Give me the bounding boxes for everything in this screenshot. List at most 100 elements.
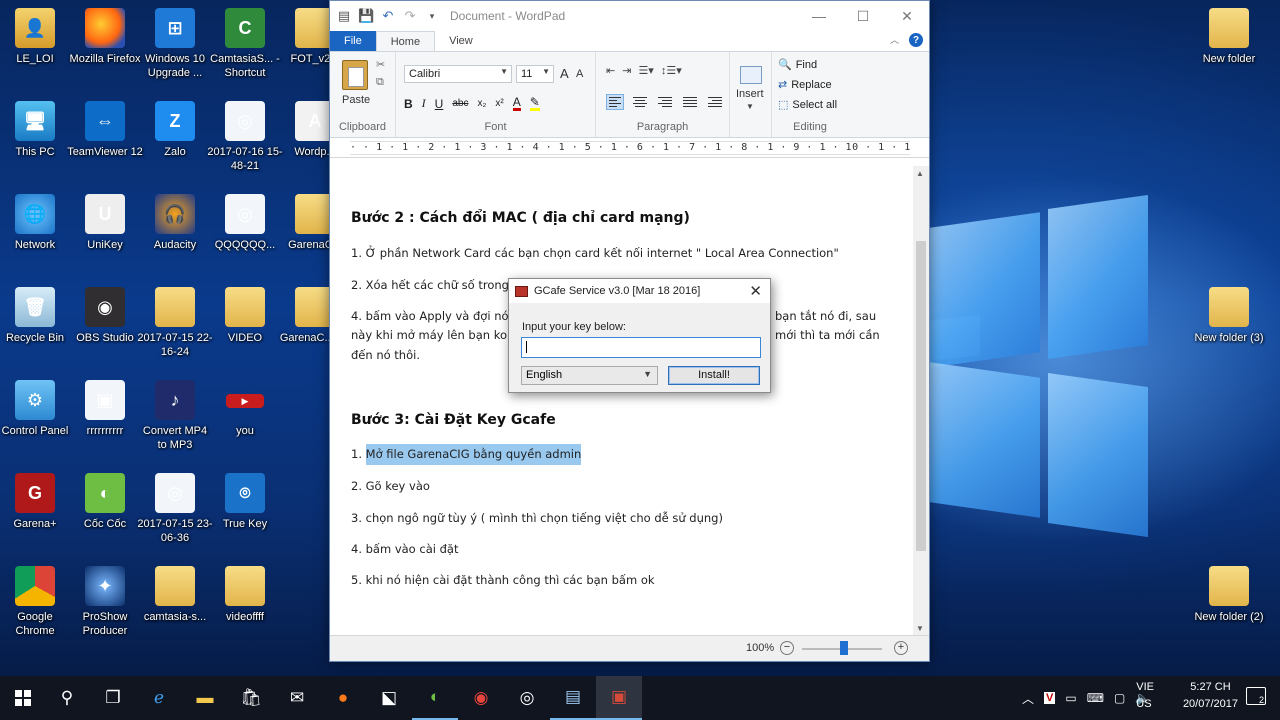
zoom-slider-thumb[interactable]: [840, 641, 848, 655]
taskbar-obs[interactable]: ◎: [504, 676, 550, 720]
key-input[interactable]: [521, 337, 761, 358]
decrease-indent-icon[interactable]: ⇤: [606, 64, 615, 77]
bullets-icon[interactable]: ☰▾: [638, 64, 653, 77]
desktop-icon-proshow[interactable]: ✦ ProShow Producer: [67, 566, 143, 638]
desktop-icon-audacity[interactable]: 🎧 Audacity: [137, 194, 213, 252]
redo-icon[interactable]: ↷: [402, 8, 418, 24]
desktop-icon-you[interactable]: ▶ you: [207, 380, 283, 438]
line-spacing-icon[interactable]: ↕☰▾: [661, 64, 682, 77]
scroll-up-icon[interactable]: ▲: [916, 169, 924, 178]
collapse-ribbon-icon[interactable]: ︿: [890, 33, 899, 47]
show-hidden-icons[interactable]: ︿: [1022, 690, 1034, 707]
clock[interactable]: 5:27 CH 20/07/2017: [1183, 679, 1238, 713]
bold-icon[interactable]: B: [404, 97, 413, 111]
desktop-icon-2017-07-15-22-16-24[interactable]: 2017-07-15 22-16-24: [137, 287, 213, 359]
align-center-icon[interactable]: [631, 94, 649, 110]
start-button[interactable]: [0, 676, 46, 720]
network-tray-icon[interactable]: ⌨: [1087, 691, 1104, 705]
desktop-icon-qqqqqq[interactable]: ◎ QQQQQQ...: [207, 194, 283, 252]
taskbar-coccoc[interactable]: ◐: [412, 676, 458, 720]
grow-font-icon[interactable]: A: [560, 66, 569, 81]
desktop-icon-windows-upgrade[interactable]: ⊞ Windows 10 Upgrade ...: [137, 8, 213, 80]
desktop-icon-new-folder[interactable]: New folder: [1191, 8, 1267, 66]
taskbar-gcafe[interactable]: ▣: [596, 676, 642, 720]
desktop-icon-new-folder-2[interactable]: New folder (2): [1191, 566, 1267, 624]
close-button[interactable]: ✕: [885, 1, 929, 31]
font-size-select[interactable]: 11 ▼: [516, 65, 554, 83]
scroll-down-icon[interactable]: ▼: [916, 624, 924, 633]
tab-home[interactable]: Home: [375, 31, 436, 51]
find-button[interactable]: 🔍 Find: [778, 58, 817, 72]
taskbar-edge[interactable]: ℯ: [136, 676, 182, 720]
desktop-icon-obs-studio[interactable]: ◉ OBS Studio: [67, 287, 143, 345]
input-language[interactable]: VIE US: [1136, 679, 1154, 713]
customize-toolbar-icon[interactable]: ▾: [424, 11, 440, 22]
shrink-font-icon[interactable]: A: [576, 68, 583, 80]
unikey-tray-icon[interactable]: V: [1044, 692, 1056, 704]
paste-button[interactable]: Paste: [342, 94, 370, 106]
task-view-button[interactable]: ❐: [90, 676, 136, 720]
desktop-icon-control-panel[interactable]: ⚙ Control Panel: [0, 380, 73, 438]
battery-icon[interactable]: ▭: [1065, 691, 1076, 705]
taskbar-chrome[interactable]: ◉: [458, 676, 504, 720]
desktop-icon-2017-07-16[interactable]: ◎ 2017-07-16 15-48-21: [207, 101, 283, 173]
action-tray-icon[interactable]: ▢: [1114, 691, 1125, 705]
desktop-icon-unikey[interactable]: U UniKey: [67, 194, 143, 252]
taskbar-firefox[interactable]: ●: [320, 676, 366, 720]
increase-indent-icon[interactable]: ⇥: [622, 64, 631, 77]
minimize-button[interactable]: —: [797, 1, 841, 31]
highlight-icon[interactable]: ✎: [529, 96, 540, 111]
ruler[interactable]: · · 1 · 1 · 2 · 1 · 3 · 1 · 4 · 1 · 5 · …: [330, 138, 929, 158]
strikethrough-icon[interactable]: abc: [452, 98, 468, 109]
align-right-icon[interactable]: [656, 94, 674, 110]
taskbar-app[interactable]: ⬕: [366, 676, 412, 720]
desktop-icon-recycle-bin[interactable]: 🗑 Recycle Bin: [0, 287, 73, 345]
taskbar-store[interactable]: 🛍: [228, 676, 274, 720]
selected-text[interactable]: Mở file GarenaCIG bằng quyền admin: [365, 444, 582, 465]
action-center-button[interactable]: 2: [1246, 687, 1266, 705]
desktop-icon-camtasia-shortcut[interactable]: C CamtasiaS... - Shortcut: [207, 8, 283, 80]
desktop-icon-true-key[interactable]: ⌾ True Key: [207, 473, 283, 531]
desktop-icon-zalo[interactable]: Z Zalo: [137, 101, 213, 159]
zoom-out-button[interactable]: −: [780, 641, 794, 655]
document-canvas[interactable]: Bước 2 : Cách đổi MAC ( địa chỉ card mạn…: [330, 166, 915, 636]
desktop-icon-teamviewer[interactable]: ⇔ TeamViewer 12: [67, 101, 143, 159]
desktop-icon-le-loi[interactable]: 👤 LE_LOI: [0, 8, 73, 66]
desktop-icon-this-pc[interactable]: 🖥 This PC: [0, 101, 73, 159]
desktop-icon-rrrrrrrrrr[interactable]: ▣ rrrrrrrrrr: [67, 380, 143, 438]
undo-icon[interactable]: ↶: [380, 8, 396, 24]
text-color-icon[interactable]: A: [512, 96, 521, 111]
wordpad-app-icon[interactable]: ▤: [336, 8, 352, 24]
desktop-icon-convert-mp4[interactable]: ♪ Convert MP4 to MP3: [137, 380, 213, 452]
desktop-icon-coccoc[interactable]: ◐ Cốc Cốc: [67, 473, 143, 531]
cut-icon[interactable]: ✂: [376, 58, 385, 71]
paragraph-settings-icon[interactable]: [706, 94, 724, 110]
superscript-icon[interactable]: x²: [495, 98, 503, 109]
install-button[interactable]: Install!: [668, 366, 760, 385]
desktop-icon-network[interactable]: 🌐 Network: [0, 194, 73, 252]
desktop-icon-video[interactable]: VIDEO: [207, 287, 283, 345]
italic-icon[interactable]: I: [422, 96, 426, 111]
desktop-icon-videoffff[interactable]: videoffff: [207, 566, 283, 624]
vertical-scrollbar[interactable]: ▲ ▼: [913, 166, 929, 636]
desktop-icon-camtasia-folder[interactable]: camtasia-s...: [137, 566, 213, 624]
justify-icon[interactable]: [681, 94, 699, 110]
maximize-button[interactable]: ☐: [841, 1, 885, 31]
paste-icon[interactable]: [342, 60, 368, 90]
desktop-icon-firefox[interactable]: Mozilla Firefox: [67, 8, 143, 66]
zoom-in-button[interactable]: +: [894, 641, 908, 655]
help-icon[interactable]: ?: [909, 33, 923, 47]
insert-picture-icon[interactable]: [740, 66, 762, 84]
copy-icon[interactable]: ⧉: [376, 76, 384, 89]
tab-view[interactable]: View: [435, 31, 487, 51]
underline-icon[interactable]: U: [435, 97, 444, 111]
search-button[interactable]: ⚲: [44, 676, 90, 720]
align-left-icon[interactable]: [606, 94, 624, 110]
tab-file[interactable]: File: [330, 31, 376, 51]
save-icon[interactable]: 💾: [358, 8, 374, 24]
dialog-close-button[interactable]: ✕: [749, 282, 762, 300]
desktop-icon-2017-07-15-23-06-36[interactable]: ◎ 2017-07-15 23-06-36: [137, 473, 213, 545]
desktop-icon-garena-plus[interactable]: G Garena+: [0, 473, 73, 531]
desktop-icon-google-chrome[interactable]: Google Chrome: [0, 566, 73, 638]
select-all-button[interactable]: ⬚ Select all: [778, 98, 837, 112]
